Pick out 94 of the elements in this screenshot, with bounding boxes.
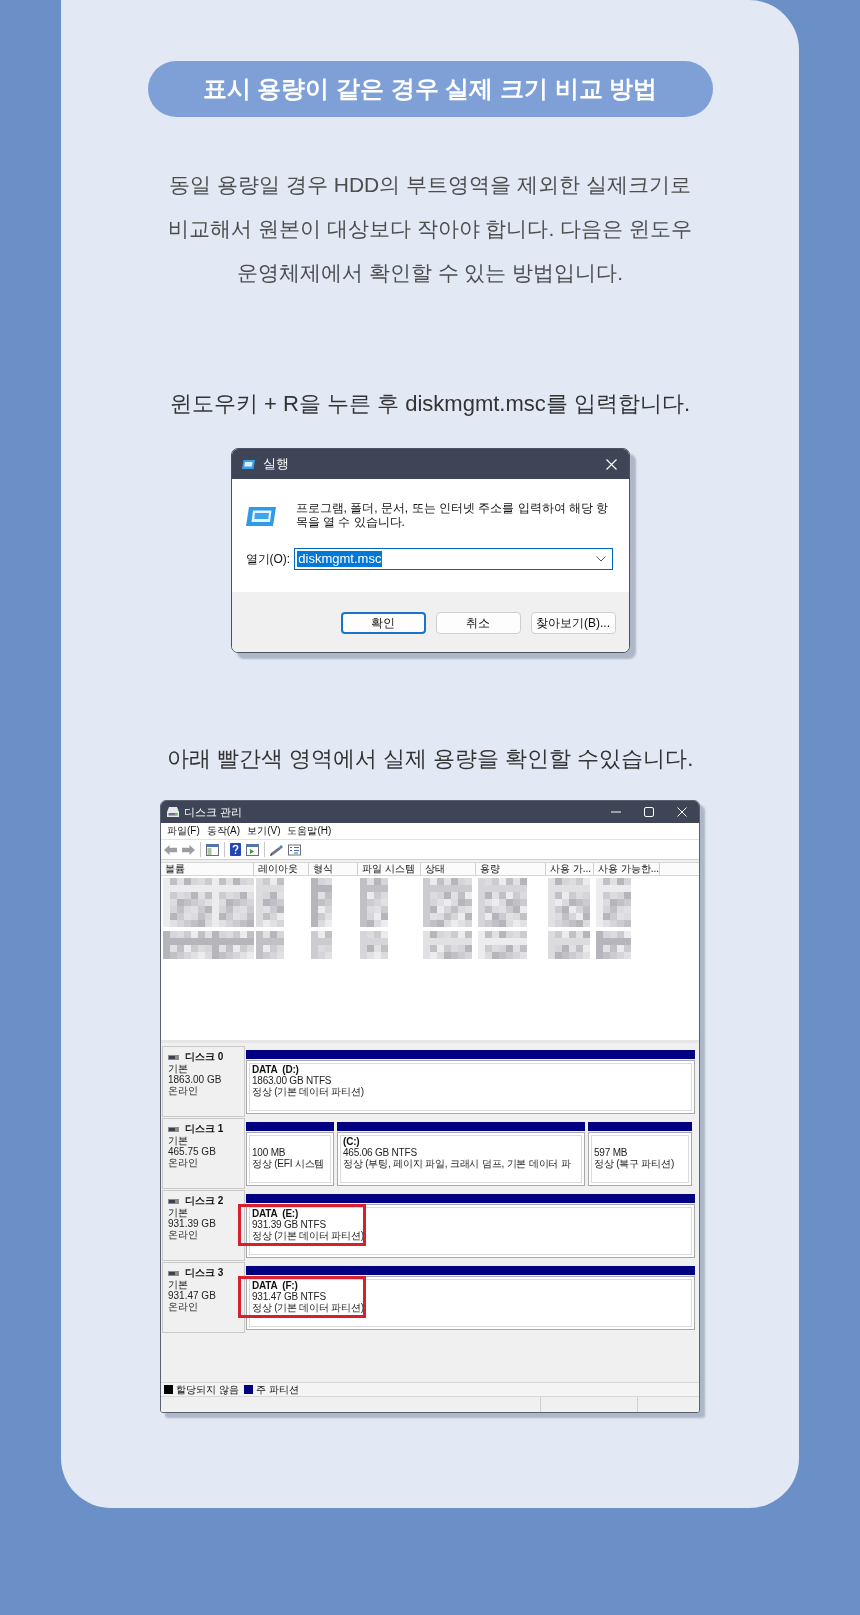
disk-size: 931.47 GB — [168, 1290, 217, 1301]
window-title: 실행 — [262, 455, 289, 473]
partition-name: DATA (D:) — [252, 1064, 300, 1075]
disk-size: 1863.00 GB — [168, 1074, 223, 1085]
disk-type: 기본 — [168, 1135, 189, 1146]
drive-icon — [168, 1198, 179, 1204]
pen-icon[interactable] — [270, 843, 283, 856]
column-header[interactable]: 레이아웃 — [254, 863, 309, 875]
pixelated-block — [256, 931, 284, 959]
maximize-icon[interactable] — [644, 807, 654, 817]
disk-type: 기본 — [168, 1063, 189, 1074]
disk-size: 465.75 GB — [168, 1146, 217, 1157]
dialog-message: 프로그램, 폴더, 문서, 또는 인터넷 주소를 입력하여 해당 항 목을 열 수 있습니다. — [295, 501, 609, 529]
partition-box[interactable]: 100 MB 정상 (EFI 시스템 — [246, 1132, 334, 1186]
pane-window-icon[interactable] — [206, 843, 219, 856]
drive-icon — [167, 807, 179, 817]
legend-label: 할당되지 않음 — [176, 1383, 239, 1396]
checklist-icon[interactable] — [288, 843, 301, 856]
column-header[interactable]: 사용 가능한... — [594, 863, 660, 875]
disk-status: 온라인 — [168, 1229, 199, 1240]
partition-box[interactable]: DATA (D:) 1863.00 GB NTFS 정상 (기본 데이터 파티션) — [246, 1060, 695, 1114]
pixelated-block — [548, 931, 590, 959]
disk-name: 디스크 3 — [185, 1267, 224, 1279]
drive-icon — [168, 1126, 179, 1132]
cancel-button[interactable]: 취소 — [435, 612, 521, 634]
disk-label-panel[interactable]: 디스크 0 기본 1863.00 GB 온라인 — [162, 1046, 245, 1117]
disk-status: 온라인 — [168, 1157, 199, 1168]
disk-label-panel[interactable]: 디스크 2 기본 931.39 GB 온라인 — [162, 1190, 245, 1261]
column-header[interactable]: 파일 시스템 — [358, 863, 421, 875]
help-icon[interactable] — [230, 843, 241, 856]
field-value[interactable]: diskmgmt.msc — [297, 551, 383, 567]
partition-size: 931.47 GB NTFS — [252, 1291, 327, 1302]
menu-item[interactable]: 보기(V) — [247, 825, 281, 837]
drive-icon — [168, 1054, 179, 1060]
disk-size: 931.39 GB — [168, 1218, 217, 1229]
partition-size: 1863.00 GB NTFS — [252, 1075, 333, 1086]
partition-status: 정상 (기본 데이터 파티션) — [252, 1086, 365, 1097]
ok-button[interactable]: 확인 — [340, 612, 426, 634]
disk-name: 디스크 1 — [185, 1123, 224, 1135]
partition-box[interactable]: DATA (E:) 931.39 GB NTFS 정상 (기본 데이터 파티션) — [246, 1204, 695, 1258]
open-field[interactable]: diskmgmt.msc — [294, 548, 613, 570]
partition-name: (C:) — [343, 1136, 360, 1147]
pixelated-block — [478, 931, 527, 959]
drive-icon — [168, 1270, 179, 1276]
pane-window-icon[interactable] — [246, 843, 259, 856]
disk-type: 기본 — [168, 1279, 189, 1290]
partition-status: 정상 (복구 파티션) — [594, 1158, 676, 1169]
chevron-down-icon[interactable] — [595, 556, 606, 562]
column-header[interactable]: 상태 — [421, 863, 476, 875]
window-icon — [244, 507, 276, 526]
column-header[interactable]: 볼륨 — [161, 863, 254, 875]
close-icon[interactable] — [677, 807, 687, 817]
disk-type: 기본 — [168, 1207, 189, 1218]
section-title: 표시 용량이 같은 경우 실제 크기 비교 방법 — [147, 61, 713, 117]
column-header[interactable]: 용량 — [476, 863, 546, 875]
disk-status: 온라인 — [168, 1085, 199, 1096]
partition-name: DATA (F:) — [252, 1280, 299, 1291]
partition-box[interactable]: (C:) 465.06 GB NTFS 정상 (부팅, 페이지 파일, 크래시 덤프, 기본 데이터 파 — [337, 1132, 585, 1186]
field-label: 열기(O): — [244, 550, 292, 568]
pixelated-block — [311, 931, 332, 959]
menu-item[interactable]: 파일(F) — [167, 825, 200, 837]
partition-name: DATA (E:) — [252, 1208, 300, 1219]
column-header[interactable]: 사용 가... — [546, 863, 594, 875]
pixelated-block — [360, 931, 388, 959]
window-icon — [241, 459, 255, 469]
partition-status: 정상 (기본 데이터 파티션) — [252, 1230, 365, 1241]
disk-name: 디스크 2 — [185, 1195, 224, 1207]
menu-item[interactable]: 동작(A) — [206, 825, 241, 837]
pixelated-block — [423, 931, 472, 959]
disk-label-panel[interactable]: 디스크 1 기본 465.75 GB 온라인 — [162, 1118, 245, 1189]
pixelated-block — [596, 931, 631, 959]
partition-size: 931.39 GB NTFS — [252, 1219, 327, 1230]
partition-status: 정상 (기본 데이터 파티션) — [252, 1302, 365, 1313]
instruction-text: 윈도우키 + R을 누른 후 diskmgmt.msc를 입력합니다. — [169, 390, 691, 418]
menu-item[interactable]: 도움말(H) — [287, 825, 332, 837]
partition-status: 정상 (EFI 시스템 — [252, 1158, 326, 1169]
partition-status: 정상 (부팅, 페이지 파일, 크래시 덤프, 기본 데이터 파 — [343, 1158, 572, 1169]
partition-box[interactable]: 597 MB 정상 (복구 파티션) — [588, 1132, 692, 1186]
forward-arrow-icon[interactable] — [182, 843, 195, 856]
column-header[interactable]: 형식 — [309, 863, 358, 875]
back-arrow-icon[interactable] — [164, 843, 177, 856]
legend-label: 주 파티션 — [255, 1383, 299, 1396]
window-title: 디스크 관리 — [184, 804, 243, 820]
close-icon[interactable] — [605, 458, 617, 470]
partition-size: 597 MB — [594, 1147, 629, 1158]
partition-size: 465.06 GB NTFS — [343, 1147, 418, 1158]
intro-paragraph: 동일 용량일 경우 HDD의 부트영역을 제외한 실제크기로 비교해서 원본이 대상보다 작아야 합니다. 다음은 윈도우 운영체제에서 확인할 수 있는 방법입니다. — [168, 172, 692, 286]
disk-status: 온라인 — [168, 1301, 199, 1312]
partition-box[interactable]: DATA (F:) 931.47 GB NTFS 정상 (기본 데이터 파티션) — [246, 1276, 695, 1330]
browse-button[interactable]: 찾아보기(B)... — [530, 612, 616, 634]
disk-name: 디스크 0 — [185, 1051, 224, 1063]
partition-size: 100 MB — [252, 1147, 287, 1158]
disk-label-panel[interactable]: 디스크 3 기본 931.47 GB 온라인 — [162, 1262, 245, 1333]
instruction-text: 아래 빨간색 영역에서 실제 용량을 확인할 수있습니다. — [166, 745, 694, 773]
